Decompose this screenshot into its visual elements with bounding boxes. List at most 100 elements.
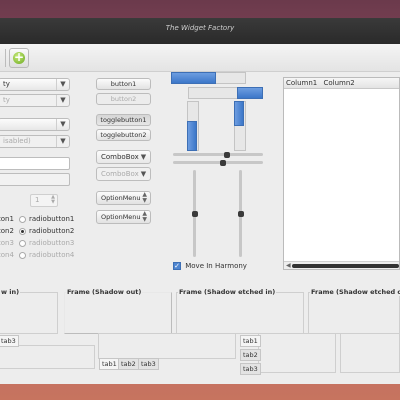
combobox-1-label: ComboBox [101,153,139,161]
window-titlebar: The Widget Factory [0,18,400,44]
combobox-1[interactable]: ComboBox ▼ [96,150,151,164]
combo-entry-1[interactable]: ty ▼ [0,78,70,91]
checkmark-icon[interactable]: ✓ [173,262,181,270]
spin-arrows-icon: ▲ ▼ [51,194,55,205]
spin-button: 1 ▲ ▼ [30,194,58,207]
optionmenu-1[interactable]: OptionMenu ▲ ▼ [96,191,151,205]
plus-circle-icon: + [13,50,25,64]
radiobutton-4: radiobutton4 [19,249,79,261]
scale-horizontal-1[interactable] [173,151,263,158]
tab-3[interactable]: tab3 [0,335,19,347]
list-item: ton3 [0,237,14,249]
radio-selected-icon[interactable] [19,227,26,235]
frame-shadow-out [64,292,172,334]
tab-3[interactable]: tab3 [138,358,159,370]
tab-2[interactable]: tab2 [240,349,261,361]
text-entry-1[interactable] [0,157,70,170]
chevron-down-icon: ▼ [56,95,69,106]
togglebutton1[interactable]: togglebutton1 [96,114,151,126]
combo-entry-2-value: ty [3,96,10,104]
togglebutton2[interactable]: togglebutton2 [96,129,151,141]
radio-group-2: radiobutton1 radiobutton2 radiobutton3 r… [19,213,79,261]
radio-label: radiobutton4 [29,251,75,259]
optionmenu-2-label: OptionMenu [101,213,141,221]
list-item[interactable]: ton2 [0,225,14,237]
progress-bar-vertical-1 [187,101,199,151]
add-button[interactable]: + [9,48,29,68]
frame-title: Frame (Shadow etched out) [310,288,400,296]
chevron-down-icon[interactable]: ▼ [56,79,69,90]
column-header-2[interactable]: Column2 [324,79,355,87]
spin-button-value: 1 [35,196,40,204]
notebook-3 [258,333,336,373]
tree-header: Column1 Column2 [284,78,399,89]
scale-vertical-1[interactable] [191,170,198,257]
button2: button2 [96,93,151,105]
radio-label: radiobutton1 [29,215,75,223]
chevron-down-icon: ▼ [56,136,69,147]
list-item: ton4 [0,249,14,261]
tree-view[interactable]: Column1 Column2 ◀ [283,77,400,270]
scale-knob[interactable] [237,210,244,217]
progress-fill [236,87,263,99]
updown-icon: ▲ ▼ [142,210,147,223]
radio-label: ton3 [0,239,14,247]
horizontal-scrollbar[interactable]: ◀ [284,261,399,269]
scale-knob[interactable] [224,151,230,158]
progress-fill [234,101,244,126]
window-title: The Widget Factory [165,24,235,32]
notebook-1 [0,345,95,369]
radiobutton-3: radiobutton3 [19,237,79,249]
progress-bar-horizontal-2 [188,87,263,99]
radio-icon [19,239,26,247]
tab-1[interactable]: tab1 [240,335,261,347]
scroll-thumb[interactable] [292,264,399,268]
optionmenu-1-label: OptionMenu [101,194,141,202]
chevron-down-icon: ▼ [140,153,147,161]
column-header-1[interactable]: Column1 [286,79,317,87]
radio-label: radiobutton3 [29,239,75,247]
radiobutton-1[interactable]: radiobutton1 [19,213,79,225]
radio-label: ton1 [0,215,14,223]
frame-title: Frame (Shadow out) [66,288,143,296]
frame-shadow-in [0,292,58,334]
progress-bar-vertical-2 [234,101,246,151]
scale-knob[interactable] [191,210,198,217]
radio-label: ton2 [0,227,14,235]
list-item[interactable]: ton1 [0,213,14,225]
scale-knob[interactable] [219,159,226,166]
scale-horizontal-2[interactable] [173,159,263,166]
notebook-4 [340,333,400,373]
combo-entry-4-value: isabled) [3,137,31,145]
radio-label: radiobutton2 [29,227,75,235]
frame-title: w in) [0,288,21,296]
frame-title: Frame (Shadow etched in) [178,288,277,296]
radiobutton-2[interactable]: radiobutton2 [19,225,79,237]
frame-shadow-etched-in [176,292,304,334]
combobox-2: ComboBox ▼ [96,167,151,181]
move-in-harmony-checkbox[interactable]: ✓ Move In Harmony [173,262,247,270]
combobox-2-label: ComboBox [101,170,139,178]
tab-2[interactable]: tab2 [118,358,139,370]
chevron-down-icon[interactable]: ▼ [56,119,69,130]
scroll-left-icon[interactable]: ◀ [286,262,291,270]
chevron-down-icon: ▼ [140,170,147,178]
text-entry-2 [0,173,70,186]
combo-entry-3[interactable]: ▼ [0,118,70,131]
toolbar-separator [5,49,6,67]
radio-group-1: ton1 ton2 ton3 ton4 [0,213,14,261]
scale-vertical-2[interactable] [237,170,244,257]
frame-shadow-etched-out [308,292,400,334]
combo-entry-2: ty ▼ [0,94,70,107]
progress-fill [187,121,197,151]
radio-label: ton4 [0,251,14,259]
combo-entry-4: isabled) ▼ [0,135,70,148]
optionmenu-2[interactable]: OptionMenu ▲ ▼ [96,210,151,224]
tab-1[interactable]: tab1 [99,358,120,370]
notebook-2 [98,333,236,359]
radio-icon[interactable] [19,215,26,223]
progress-bar-horizontal-1 [171,72,246,84]
tab-3[interactable]: tab3 [240,363,261,375]
checkbox-label: Move In Harmony [185,262,247,270]
button1[interactable]: button1 [96,78,151,90]
